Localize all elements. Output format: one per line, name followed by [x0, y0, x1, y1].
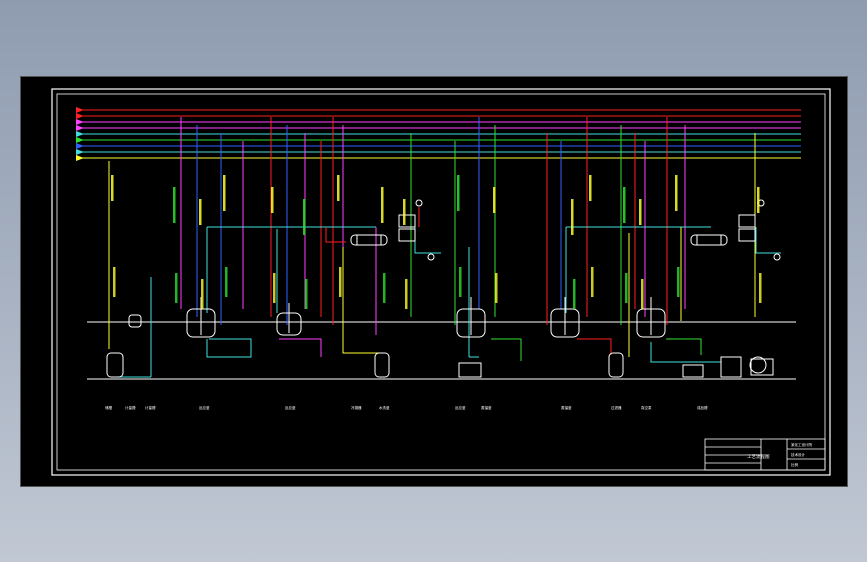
instrument-tag	[303, 199, 306, 235]
cad-viewport[interactable]: 储槽 计量槽 计量槽 反应釜 反应釜 冷凝器 水洗釜 反应釜 蒸馏釜 蒸馏釜 过滤器 真空泵 成品槽 工…	[20, 76, 848, 487]
instrument-tag	[305, 279, 308, 309]
instrument-tag	[223, 175, 226, 211]
equipment-label: 计量槽	[125, 405, 136, 410]
vertical-drop-pipes	[180, 117, 756, 325]
equipment-label: 蒸馏釜	[561, 405, 572, 410]
instrument-tag	[625, 273, 628, 303]
equipment-label-row: 储槽 计量槽 计量槽 反应釜 反应釜 冷凝器 水洗釜 反应釜 蒸馏釜 蒸馏釜 过滤器 真空泵 成品槽	[105, 405, 708, 410]
process-flow-diagram: 储槽 计量槽 计量槽 反应釜 反应釜 冷凝器 水洗釜 反应釜 蒸馏釜 蒸馏釜 过滤器 真空泵 成品槽 工…	[51, 88, 831, 476]
company-name: 某化工设计院	[791, 442, 812, 447]
instrument-tag	[623, 187, 626, 223]
equipment-label: 真空泵	[641, 405, 652, 410]
inner-frame	[56, 93, 826, 471]
instrument-tag	[271, 187, 274, 213]
outer-frame	[51, 88, 831, 476]
instrument-tag	[493, 187, 496, 213]
design-stage: 技术设计	[791, 452, 805, 457]
instrument-tag	[591, 267, 594, 297]
instrument-tag	[381, 187, 384, 223]
instrument-tag	[675, 175, 678, 211]
instrument-tag	[589, 175, 592, 201]
instrument-tag	[175, 273, 178, 303]
instrument-tag	[459, 267, 462, 297]
equipment-label: 反应釜	[285, 405, 296, 410]
instrument-tag	[403, 199, 406, 225]
instrument-tag	[173, 187, 176, 223]
instrument-tag	[677, 267, 680, 297]
process-piping	[108, 161, 781, 378]
instrument-tag	[495, 273, 498, 303]
drawing-title: 工艺流程图	[747, 453, 770, 460]
instrument-annotations	[111, 175, 762, 309]
instrument-tag	[641, 279, 644, 309]
instrument-tag	[759, 273, 762, 303]
instrument-tag	[339, 267, 342, 297]
instrument-tag	[273, 273, 276, 303]
scale-label: 比例	[791, 462, 799, 467]
instrument-tag	[199, 199, 202, 225]
utility-header-lines	[79, 109, 801, 159]
equipment-label: 储槽	[105, 405, 112, 410]
equipment-label: 蒸馏釜	[481, 405, 492, 410]
instrument-tag	[573, 279, 576, 309]
instrument-tag	[111, 175, 114, 201]
instrument-tag	[113, 267, 116, 297]
equipment-label: 过滤器	[611, 405, 622, 410]
instrument-tag	[337, 175, 340, 201]
equipment-label: 反应釜	[455, 405, 466, 410]
equipment-label: 计量槽	[145, 405, 156, 410]
instrument-tag	[639, 199, 642, 225]
instrument-tag	[571, 199, 574, 235]
instrument-tag	[201, 279, 204, 309]
equipment-label: 水洗釜	[379, 405, 390, 410]
instrument-tag	[457, 175, 460, 211]
instrument-tag	[757, 187, 760, 213]
reactor-vessels	[128, 297, 666, 338]
equipment-label: 反应釜	[199, 405, 210, 410]
equipment-label: 成品槽	[697, 405, 708, 410]
instrument-tag	[405, 279, 408, 309]
instrument-tag	[225, 267, 228, 297]
instrument-tag	[383, 273, 386, 303]
equipment-label: 冷凝器	[351, 405, 362, 410]
utility-line-markers	[76, 107, 84, 161]
